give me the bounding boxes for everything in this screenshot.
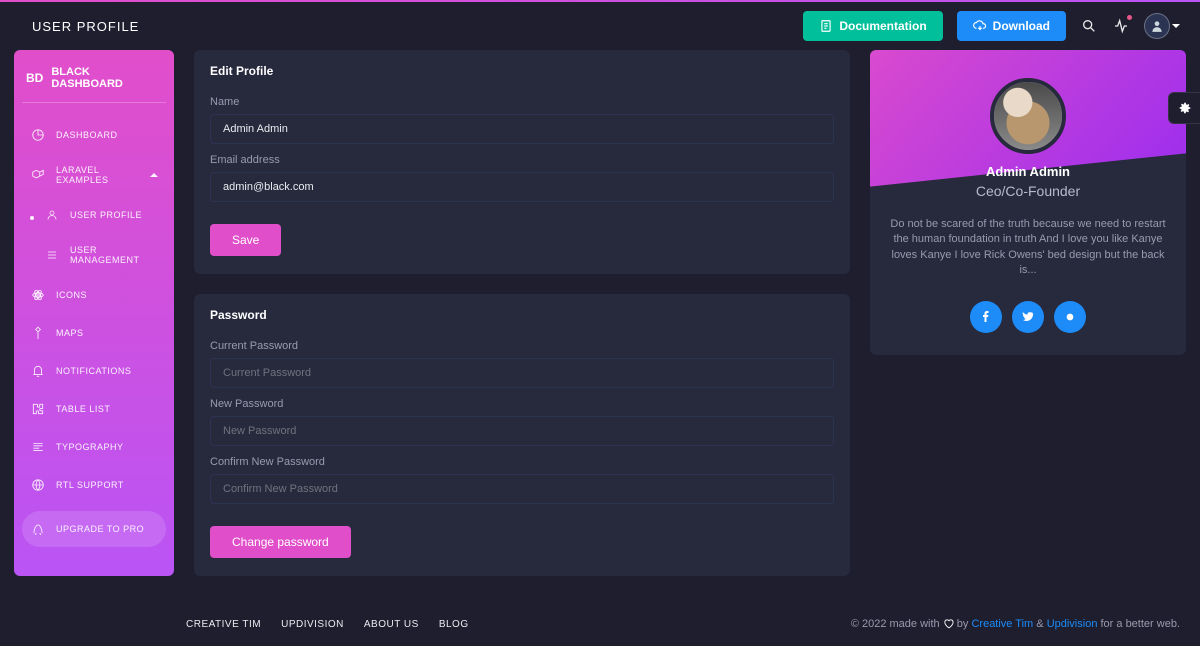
- google-button[interactable]: [1054, 301, 1086, 333]
- footer-link-about-us[interactable]: ABOUT US: [364, 619, 419, 630]
- edit-profile-card: Edit Profile Name Email address Save: [194, 50, 850, 274]
- sidebar-item-upgrade[interactable]: UPGRADE TO PRO: [22, 511, 166, 547]
- brand[interactable]: BD BLACK DASHBOARD: [22, 62, 166, 103]
- sidebar-item-laravel[interactable]: LARAVEL EXAMPLES: [22, 155, 166, 195]
- sidebar-item-rtl[interactable]: RTL SUPPORT: [22, 467, 166, 503]
- list-icon: [44, 247, 60, 263]
- rocket-icon: [30, 521, 46, 537]
- facebook-button[interactable]: [970, 301, 1002, 333]
- sidebar-item-label: TABLE LIST: [56, 404, 110, 414]
- download-label: Download: [993, 19, 1050, 33]
- user-name: Admin Admin: [888, 164, 1168, 179]
- sidebar-item-notifications[interactable]: NOTIFICATIONS: [22, 353, 166, 389]
- avatar-small: [1144, 13, 1170, 39]
- heart-icon: [943, 618, 954, 629]
- user-bio: Do not be scared of the truth because we…: [888, 217, 1168, 279]
- sidebar-item-label: UPGRADE TO PRO: [56, 524, 144, 534]
- new-password-input[interactable]: [210, 416, 834, 446]
- sidebar-item-label: NOTIFICATIONS: [56, 366, 131, 376]
- confirm-password-input[interactable]: [210, 474, 834, 504]
- footer-link-updivision[interactable]: UPDIVISION: [281, 619, 344, 630]
- align-icon: [30, 439, 46, 455]
- current-password-input[interactable]: [210, 358, 834, 388]
- globe-icon: [30, 477, 46, 493]
- pin-icon: [30, 325, 46, 341]
- gear-icon: [1177, 100, 1193, 116]
- brand-short: BD: [26, 71, 43, 85]
- circle-icon: [1065, 312, 1075, 322]
- sidebar-item-user-profile[interactable]: USER PROFILE: [22, 197, 166, 233]
- password-card: Password Current Password New Password C…: [194, 294, 850, 576]
- footer-link-creative-tim[interactable]: CREATIVE TIM: [186, 619, 261, 630]
- notifications-icon[interactable]: [1112, 17, 1130, 35]
- sidebar-item-label: DASHBOARD: [56, 130, 118, 140]
- save-button[interactable]: Save: [210, 224, 281, 256]
- chart-pie-icon: [30, 127, 46, 143]
- brand-full: BLACK DASHBOARD: [51, 66, 162, 90]
- sidebar-item-maps[interactable]: MAPS: [22, 315, 166, 351]
- email-input[interactable]: [210, 172, 834, 202]
- sidebar-item-user-management[interactable]: USER MANAGEMENT: [22, 235, 166, 275]
- sidebar-item-label: USER MANAGEMENT: [70, 245, 158, 265]
- sidebar-item-label: RTL SUPPORT: [56, 480, 124, 490]
- sidebar-item-label: LARAVEL EXAMPLES: [56, 165, 140, 185]
- user-icon: [44, 207, 60, 223]
- sidebar-item-label: TYPOGRAPHY: [56, 442, 124, 452]
- chevron-up-icon: [150, 173, 158, 177]
- card-title: Edit Profile: [194, 50, 850, 86]
- confirm-password-label: Confirm New Password: [210, 456, 834, 468]
- bell-icon: [30, 363, 46, 379]
- chevron-down-icon: [1172, 24, 1180, 28]
- card-title: Password: [194, 294, 850, 330]
- footer-link-ct[interactable]: Creative Tim: [971, 618, 1033, 630]
- download-button[interactable]: Download: [957, 11, 1066, 41]
- sidebar-item-label: ICONS: [56, 290, 87, 300]
- footer-copyright: © 2022 made with by Creative Tim & Updiv…: [851, 618, 1180, 630]
- name-label: Name: [210, 96, 834, 108]
- page-title: USER PROFILE: [32, 19, 139, 34]
- sidebar-item-dashboard[interactable]: DASHBOARD: [22, 117, 166, 153]
- sidebar-item-typography[interactable]: TYPOGRAPHY: [22, 429, 166, 465]
- sidebar-item-tables[interactable]: TABLE LIST: [22, 391, 166, 427]
- document-icon: [819, 19, 833, 33]
- user-card: Admin Admin Ceo/Co-Founder Do not be sca…: [870, 50, 1186, 355]
- change-password-button[interactable]: Change password: [210, 526, 351, 558]
- footer-link-blog[interactable]: BLOG: [439, 619, 469, 630]
- footer: CREATIVE TIM UPDIVISION ABOUT US BLOG © …: [0, 606, 1200, 646]
- documentation-button[interactable]: Documentation: [803, 11, 942, 41]
- settings-gear[interactable]: [1168, 92, 1200, 124]
- new-password-label: New Password: [210, 398, 834, 410]
- sidebar-item-icons[interactable]: ICONS: [22, 277, 166, 313]
- cloud-download-icon: [973, 19, 987, 33]
- puzzle-icon: [30, 401, 46, 417]
- documentation-label: Documentation: [839, 19, 926, 33]
- email-label: Email address: [210, 154, 834, 166]
- search-icon[interactable]: [1080, 17, 1098, 35]
- user-menu[interactable]: [1144, 13, 1180, 39]
- notification-dot: [1127, 15, 1132, 20]
- sidebar: BD BLACK DASHBOARD DASHBOARD LARAVEL EXA…: [14, 50, 174, 576]
- current-password-label: Current Password: [210, 340, 834, 352]
- sidebar-item-label: MAPS: [56, 328, 84, 338]
- name-input[interactable]: [210, 114, 834, 144]
- twitter-button[interactable]: [1012, 301, 1044, 333]
- footer-link-upd[interactable]: Updivision: [1047, 618, 1098, 630]
- avatar: [990, 78, 1066, 154]
- sidebar-item-label: USER PROFILE: [70, 210, 142, 220]
- laravel-icon: [30, 167, 46, 183]
- atom-icon: [30, 287, 46, 303]
- facebook-icon: [980, 311, 992, 323]
- user-role: Ceo/Co-Founder: [888, 183, 1168, 199]
- twitter-icon: [1022, 311, 1034, 323]
